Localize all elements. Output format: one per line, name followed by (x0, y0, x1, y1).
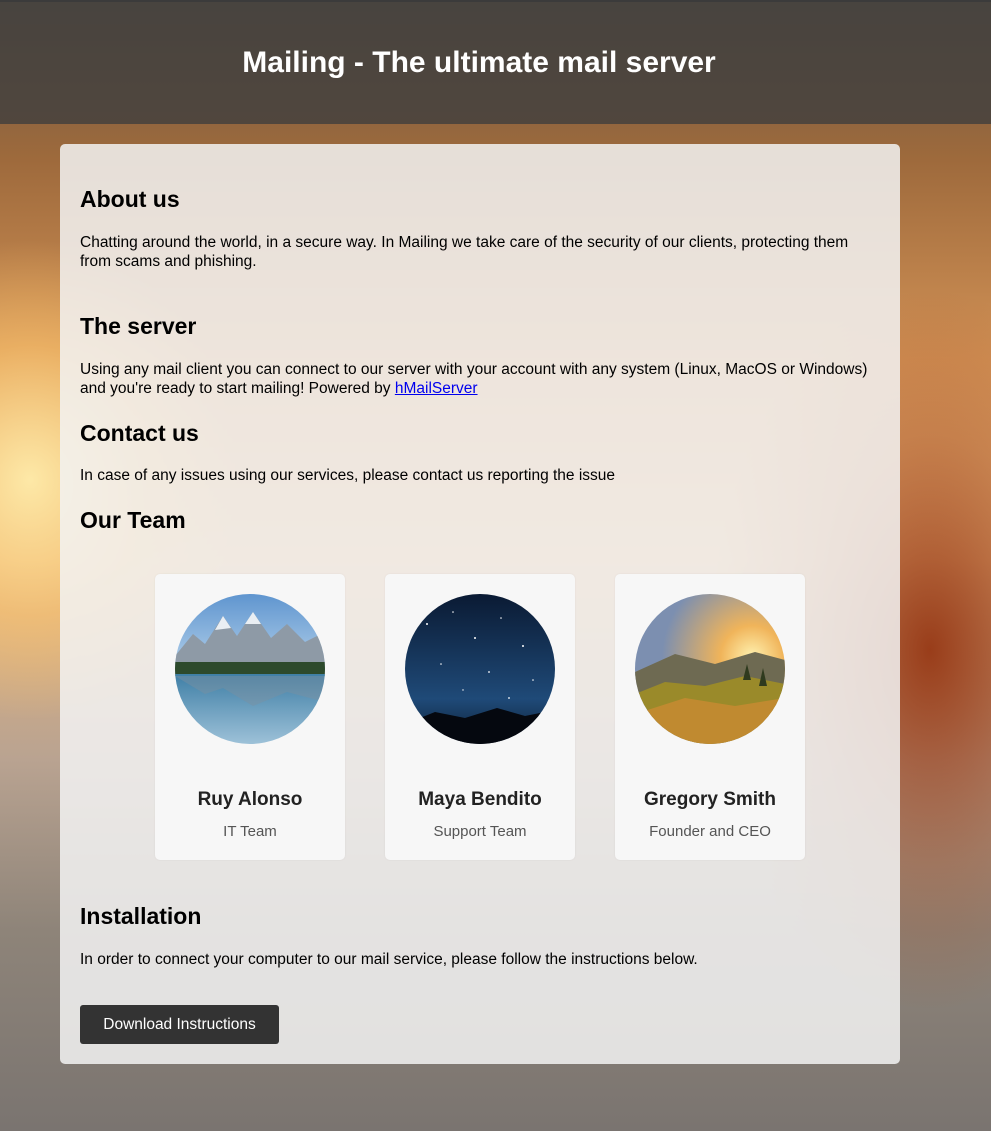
content-card: About us Chatting around the world, in a… (60, 144, 900, 1064)
member-name: Ruy Alonso (197, 789, 303, 810)
team-member-card: Gregory Smith Founder and CEO (615, 574, 805, 860)
site-title: Mailing - The ultimate mail server (242, 46, 716, 79)
server-heading: The server (80, 313, 197, 339)
installation-heading: Installation (80, 903, 202, 929)
sunset-hills-photo (635, 594, 785, 744)
about-text: Chatting around the world, in a secure w… (80, 234, 849, 270)
member-role: Support Team (433, 823, 527, 840)
site-header: Mailing - The ultimate mail server (0, 2, 991, 124)
hmailserver-link[interactable]: hMailServer (395, 380, 478, 397)
member-role: Founder and CEO (649, 823, 771, 840)
team-member-card: Maya Bendito Support Team (385, 574, 575, 860)
download-instructions-button[interactable]: Download Instructions (80, 1005, 279, 1044)
team-heading: Our Team (80, 507, 186, 533)
installation-text: In order to connect your computer to our… (80, 951, 698, 968)
contact-heading: Contact us (80, 420, 199, 446)
member-name: Gregory Smith (644, 789, 776, 810)
about-heading: About us (80, 186, 180, 212)
server-text: Using any mail client you can connect to… (80, 360, 880, 398)
member-role: IT Team (223, 823, 277, 840)
member-name: Maya Bendito (418, 789, 542, 810)
team-member-card: Ruy Alonso IT Team (155, 574, 345, 860)
mountain-lake-photo (175, 594, 325, 744)
starry-night-photo (405, 594, 555, 744)
contact-text: In case of any issues using our services… (80, 467, 616, 484)
